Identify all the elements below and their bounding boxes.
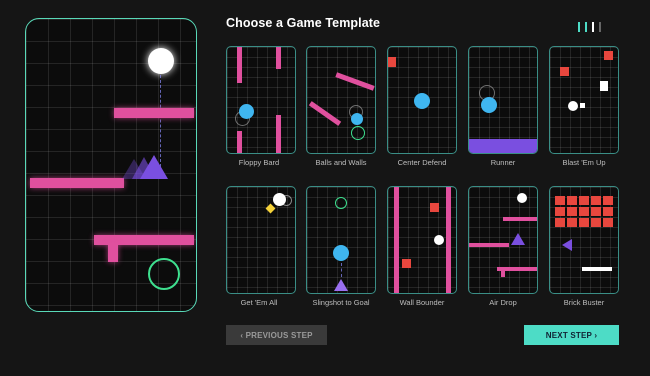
wall	[446, 187, 451, 293]
ball	[517, 193, 527, 203]
ball	[568, 101, 578, 111]
template-card-slingshot-to-goal[interactable]	[306, 186, 376, 294]
goal-ring	[335, 197, 347, 209]
brick	[603, 218, 613, 227]
template-label: Slingshot to Goal	[312, 298, 370, 307]
launcher-triangle-icon	[334, 279, 348, 291]
brick	[579, 196, 589, 205]
template-card-runner[interactable]	[468, 46, 538, 154]
template-label: Brick Buster	[563, 298, 605, 307]
preview-player-ball	[148, 48, 174, 74]
platform	[469, 243, 509, 247]
ball	[434, 235, 444, 245]
bullet	[580, 103, 585, 108]
game-preview	[25, 18, 197, 312]
preview-goal-ring	[148, 258, 180, 290]
brick	[555, 218, 565, 227]
paddle	[582, 267, 612, 271]
pipe	[237, 47, 242, 83]
enemy-block	[604, 51, 613, 60]
wall	[394, 187, 399, 293]
wall	[335, 72, 375, 91]
template-card-brick-buster[interactable]	[549, 186, 619, 294]
template-label: Runner	[490, 158, 516, 167]
preview-triangle-icon	[122, 155, 168, 179]
pipe	[276, 47, 281, 69]
template-card-center-defend[interactable]	[387, 46, 457, 154]
template-card-balls-and-walls[interactable]	[306, 46, 376, 154]
template-card-floppy-bard[interactable]	[226, 46, 296, 154]
brick	[579, 218, 589, 227]
brick	[591, 207, 601, 216]
brick	[567, 207, 577, 216]
step-dot	[592, 22, 594, 32]
template-card-blast-em-up[interactable]	[549, 46, 619, 154]
step-dot	[578, 22, 580, 32]
brick	[579, 207, 589, 216]
template-label: Floppy Bard	[238, 158, 280, 167]
ball-trail	[281, 195, 292, 206]
pipe	[237, 131, 242, 153]
ship	[600, 81, 608, 91]
ball	[351, 113, 363, 125]
brick	[591, 218, 601, 227]
brick	[567, 218, 577, 227]
template-label: Balls and Walls	[315, 158, 367, 167]
template-card-get-em-all[interactable]	[226, 186, 296, 294]
template-label: Air Drop	[489, 298, 517, 307]
template-card-wall-bounder[interactable]	[387, 186, 457, 294]
preview-platform	[30, 178, 124, 188]
brick	[603, 207, 613, 216]
ground	[469, 139, 537, 153]
platform	[503, 217, 537, 221]
aim-line	[341, 263, 342, 277]
ball	[333, 245, 349, 261]
triangle-icon	[511, 233, 525, 245]
template-label: Get 'Em All	[240, 298, 278, 307]
triangle-icon	[562, 239, 572, 251]
template-label: Blast 'Em Up	[562, 158, 606, 167]
step-dot	[599, 22, 601, 32]
brick	[555, 196, 565, 205]
brick	[555, 207, 565, 216]
template-label: Wall Bounder	[399, 298, 445, 307]
step-dot	[585, 22, 587, 32]
previous-step-button[interactable]: ‹ PREVIOUS STEP	[226, 325, 327, 345]
preview-platform	[114, 108, 194, 118]
collectible	[265, 203, 276, 214]
preview-platform-post	[108, 243, 118, 262]
ball	[239, 104, 254, 119]
enemy-block	[388, 57, 396, 67]
brick	[591, 196, 601, 205]
enemy-block	[560, 67, 569, 76]
enemy-block	[430, 203, 439, 212]
brick	[567, 196, 577, 205]
goal-ring	[351, 126, 365, 140]
ball	[414, 93, 430, 109]
ball	[481, 97, 497, 113]
template-card-air-drop[interactable]	[468, 186, 538, 294]
enemy-block	[402, 259, 411, 268]
brick	[603, 196, 613, 205]
wall	[308, 101, 342, 126]
pipe	[276, 115, 281, 153]
template-label: Center Defend	[397, 158, 447, 167]
page-title: Choose a Game Template	[226, 16, 381, 30]
next-step-button[interactable]: NEXT STEP ›	[524, 325, 619, 345]
platform-post	[501, 267, 505, 277]
